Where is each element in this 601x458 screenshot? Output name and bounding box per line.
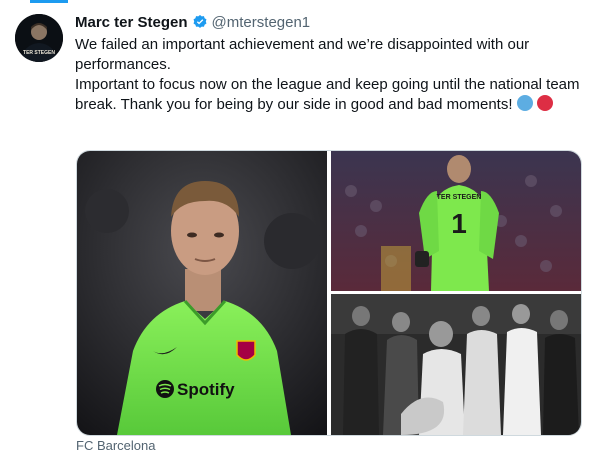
tweet: Marc ter Stegen @mterstegen1 We failed a… (75, 12, 585, 115)
media-grid: Spotify TER STEGEN 1 (76, 150, 582, 436)
blue-circle-emoji-icon (516, 95, 533, 111)
tweet-text-line-1: We failed an important achievement and w… (75, 36, 530, 73)
photo-player-portrait[interactable]: Spotify (77, 151, 327, 435)
top-accent-bar (30, 0, 68, 3)
shirt-back-text: TER STEGEN (437, 194, 482, 201)
photo-portrait-image: Spotify (77, 151, 327, 435)
photo-back-view[interactable]: TER STEGEN 1 (331, 151, 581, 291)
tweet-text: We failed an important achievement and w… (75, 35, 580, 115)
tweet-header: Marc ter Stegen @mterstegen1 (75, 12, 585, 32)
tweet-text-line-2-content: Important to focus now on the league and… (75, 76, 580, 113)
media-source[interactable]: FC Barcelona (76, 438, 155, 453)
avatar-shirt-text: TER STEGEN (23, 50, 55, 56)
sponsor-text: Spotify (177, 380, 235, 399)
handle[interactable]: @mterstegen1 (212, 14, 311, 31)
photo-team-bw[interactable] (331, 294, 581, 435)
verified-badge-icon (193, 15, 207, 28)
display-name[interactable]: Marc ter Stegen (75, 14, 188, 31)
avatar[interactable]: TER STEGEN (15, 14, 63, 62)
avatar-image: TER STEGEN (15, 14, 63, 62)
photo-back-view-image: TER STEGEN 1 (331, 151, 581, 291)
photo-team-bw-image (331, 294, 581, 435)
red-circle-emoji-icon (536, 95, 553, 111)
shirt-number: 1 (451, 208, 467, 239)
tweet-text-line-2: Important to focus now on the league and… (75, 75, 580, 115)
